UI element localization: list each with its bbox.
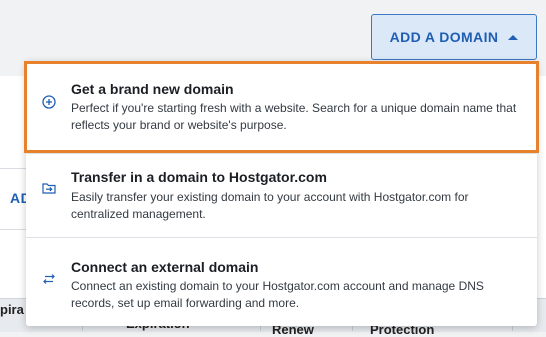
menu-item-title: Connect an external domain — [71, 259, 259, 275]
column-header-expiration-partial: pira — [0, 302, 24, 317]
menu-item-description: Connect an existing domain to your Hostg… — [71, 279, 484, 310]
menu-item-new-domain[interactable]: Get a brand new domain Perfect if you're… — [24, 61, 539, 153]
menu-item-title: Get a brand new domain — [71, 81, 234, 97]
menu-item-transfer-domain[interactable]: Transfer in a domain to Hostgator.com Ea… — [26, 153, 537, 237]
add-domain-button[interactable]: ADD A DOMAIN — [371, 14, 537, 60]
menu-item-description: Easily transfer your existing domain to … — [71, 190, 469, 221]
menu-item-title: Transfer in a domain to Hostgator.com — [71, 169, 327, 185]
add-domain-dropdown: Get a brand new domain Perfect if you're… — [24, 61, 539, 326]
caret-up-icon — [508, 34, 519, 40]
add-domain-label: ADD A DOMAIN — [389, 29, 499, 45]
folder-transfer-icon — [42, 183, 56, 194]
plus-circle-icon — [42, 95, 56, 109]
menu-item-connect-external[interactable]: Connect an external domain Connect an ex… — [26, 237, 537, 326]
menu-item-description: Perfect if you're starting fresh with a … — [71, 101, 517, 132]
arrows-swap-icon — [43, 274, 55, 284]
